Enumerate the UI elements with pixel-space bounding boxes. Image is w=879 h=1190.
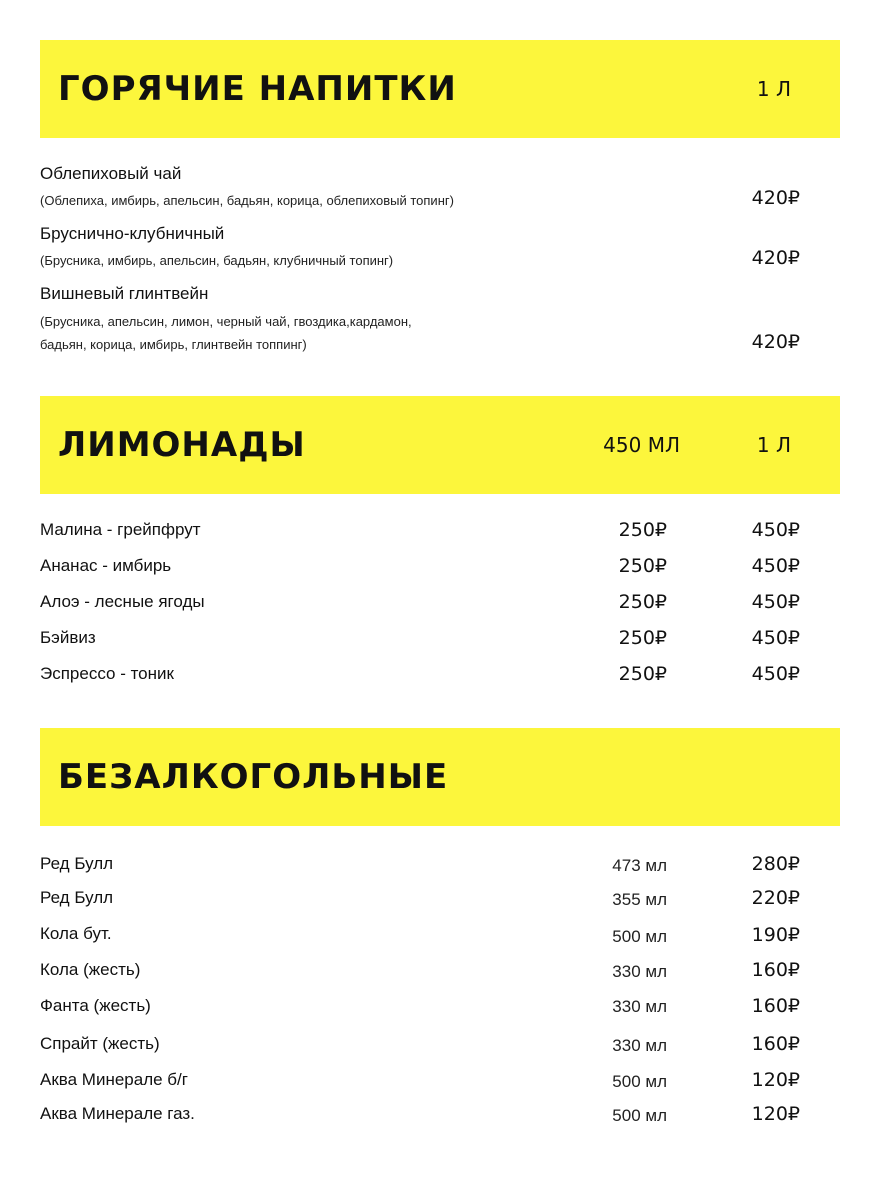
menu-item-price: 220₽ [751, 887, 800, 909]
soft-drinks-banner: Безалкогольные [40, 728, 840, 826]
menu-item-name: Облепиховый чай [40, 164, 182, 183]
menu-item-price: 250₽ [618, 591, 667, 613]
menu-item-volume: 355 мл [612, 890, 667, 909]
menu-item-volume: 473 мл [612, 856, 667, 875]
hot-drinks-banner: Горячие напитки 1 л [40, 40, 840, 138]
menu-item-name: Алоэ - лесные ягоды [40, 592, 205, 611]
menu-item-price: 250₽ [618, 663, 667, 685]
menu-item-name: Фанта (жесть) [40, 996, 151, 1015]
menu-item-price: 450₽ [751, 555, 800, 577]
menu-item-description: бадьян, корица, имбирь, глинтвейн топпин… [40, 337, 307, 352]
menu-item-price: 450₽ [751, 591, 800, 613]
section-title: Безалкогольные [58, 757, 449, 797]
menu-item-name: Малина - грейпфрут [40, 520, 201, 539]
menu-item-price: 450₽ [751, 627, 800, 649]
menu-item-price: 120₽ [751, 1103, 800, 1125]
menu-item-name: Ананас - имбирь [40, 556, 172, 575]
menu-item-price: 420₽ [751, 331, 800, 353]
menu-item-description: (Брусника, имбирь, апельсин, бадьян, клу… [40, 253, 394, 268]
menu-item-volume: 500 мл [612, 1106, 667, 1125]
volume-header: 1 л [756, 433, 791, 457]
menu-item-name: Аква Минерале газ. [40, 1104, 195, 1123]
menu-item-volume: 330 мл [612, 1036, 667, 1055]
section-title: Лимонады [58, 425, 306, 465]
menu-item-price: 280₽ [751, 853, 800, 875]
menu-item-price: 160₽ [751, 995, 800, 1017]
section-title: Горячие напитки [58, 69, 457, 109]
menu-item-volume: 500 мл [612, 1072, 667, 1091]
menu-item-price: 250₽ [618, 555, 667, 577]
menu-item-name: Кола бут. [40, 924, 112, 943]
menu-item-name: Ред Булл [40, 888, 114, 907]
menu-item-price: 250₽ [618, 627, 667, 649]
menu-item-name: Бэйвиз [40, 628, 96, 647]
menu-item-price: 160₽ [751, 1033, 800, 1055]
menu-item-name: Вишневый глинтвейн [40, 284, 209, 303]
menu-item-price: 250₽ [618, 519, 667, 541]
menu-item-description: (Брусника, апельсин, лимон, черный чай, … [40, 314, 412, 329]
menu-item-name: Аква Минерале б/г [40, 1070, 188, 1089]
menu-item-price: 450₽ [751, 663, 800, 685]
menu-item-price: 160₽ [751, 959, 800, 981]
menu-item-price: 120₽ [751, 1069, 800, 1091]
menu-item-volume: 330 мл [612, 997, 667, 1016]
menu-item-name: Эспрессо - тоник [40, 664, 174, 683]
menu-item-name: Ред Булл [40, 854, 114, 873]
volume-header: 450 мл [603, 433, 680, 457]
menu-item-price: 450₽ [751, 519, 800, 541]
menu-item-price: 420₽ [751, 187, 800, 209]
menu-item-description: (Облепиха, имбирь, апельсин, бадьян, кор… [40, 193, 454, 208]
lemonades-banner: Лимонады 450 мл 1 л [40, 396, 840, 494]
menu-item-price: 190₽ [751, 924, 800, 946]
volume-header: 1 л [756, 77, 791, 101]
menu-item-name: Спрайт (жесть) [40, 1034, 160, 1053]
menu-item-name: Бруснично-клубничный [40, 224, 225, 243]
menu-item-price: 420₽ [751, 247, 800, 269]
menu-item-volume: 500 мл [612, 927, 667, 946]
menu-item-volume: 330 мл [612, 962, 667, 981]
menu-item-name: Кола (жесть) [40, 960, 141, 979]
